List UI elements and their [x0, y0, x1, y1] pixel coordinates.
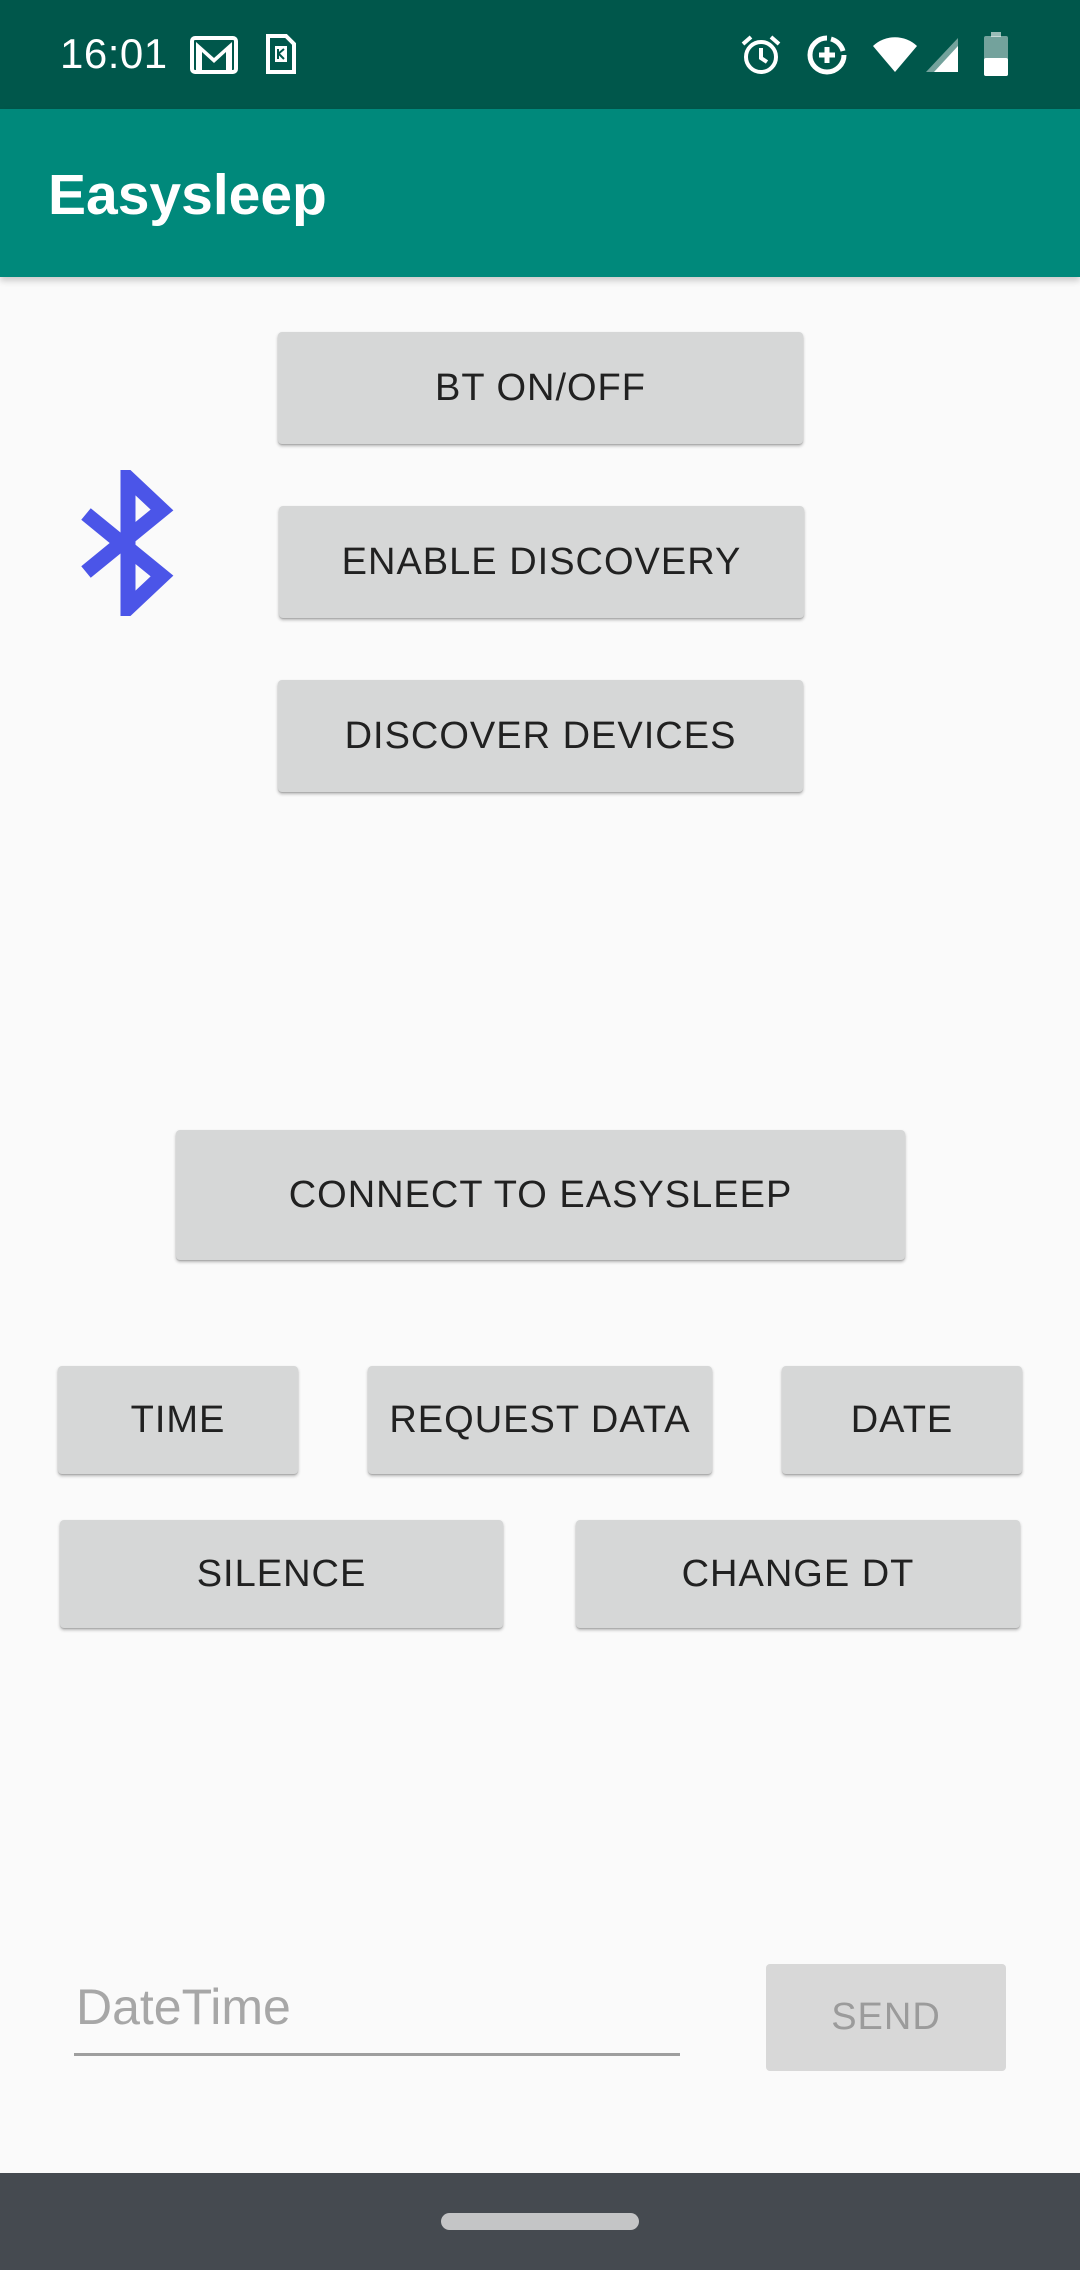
time-button[interactable]: TIME [58, 1366, 298, 1474]
alarm-icon [741, 35, 781, 74]
date-button[interactable]: DATE [782, 1366, 1022, 1474]
gmail-icon [190, 36, 238, 74]
battery-icon [984, 32, 1008, 76]
connect-easysleep-button[interactable]: CONNECT TO EASYSLEEP [176, 1130, 905, 1260]
sim-card-icon [266, 34, 296, 74]
wifi-icon [873, 37, 917, 72]
send-button[interactable]: SEND [766, 1964, 1006, 2071]
navigation-bar [0, 2173, 1080, 2270]
bluetooth-icon [81, 470, 174, 616]
discover-devices-button[interactable]: DISCOVER DEVICES [278, 680, 803, 792]
app-title: Easysleep [48, 163, 327, 227]
change-dt-button[interactable]: CHANGE DT [576, 1520, 1020, 1628]
data-saver-icon [807, 35, 847, 75]
status-time: 16:01 [60, 30, 168, 77]
enable-discovery-button[interactable]: ENABLE DISCOVERY [279, 506, 804, 618]
request-data-button[interactable]: REQUEST DATA [368, 1366, 712, 1474]
silence-button[interactable]: SILENCE [60, 1520, 503, 1628]
app-bar: Easysleep [0, 109, 1080, 277]
datetime-field-container [74, 1960, 680, 2060]
home-gesture-handle[interactable] [441, 2213, 639, 2230]
datetime-input[interactable] [74, 1960, 680, 2056]
status-bar: 16:01 [0, 0, 1080, 109]
bt-toggle-button[interactable]: BT ON/OFF [278, 332, 803, 444]
signal-icon [926, 38, 958, 72]
